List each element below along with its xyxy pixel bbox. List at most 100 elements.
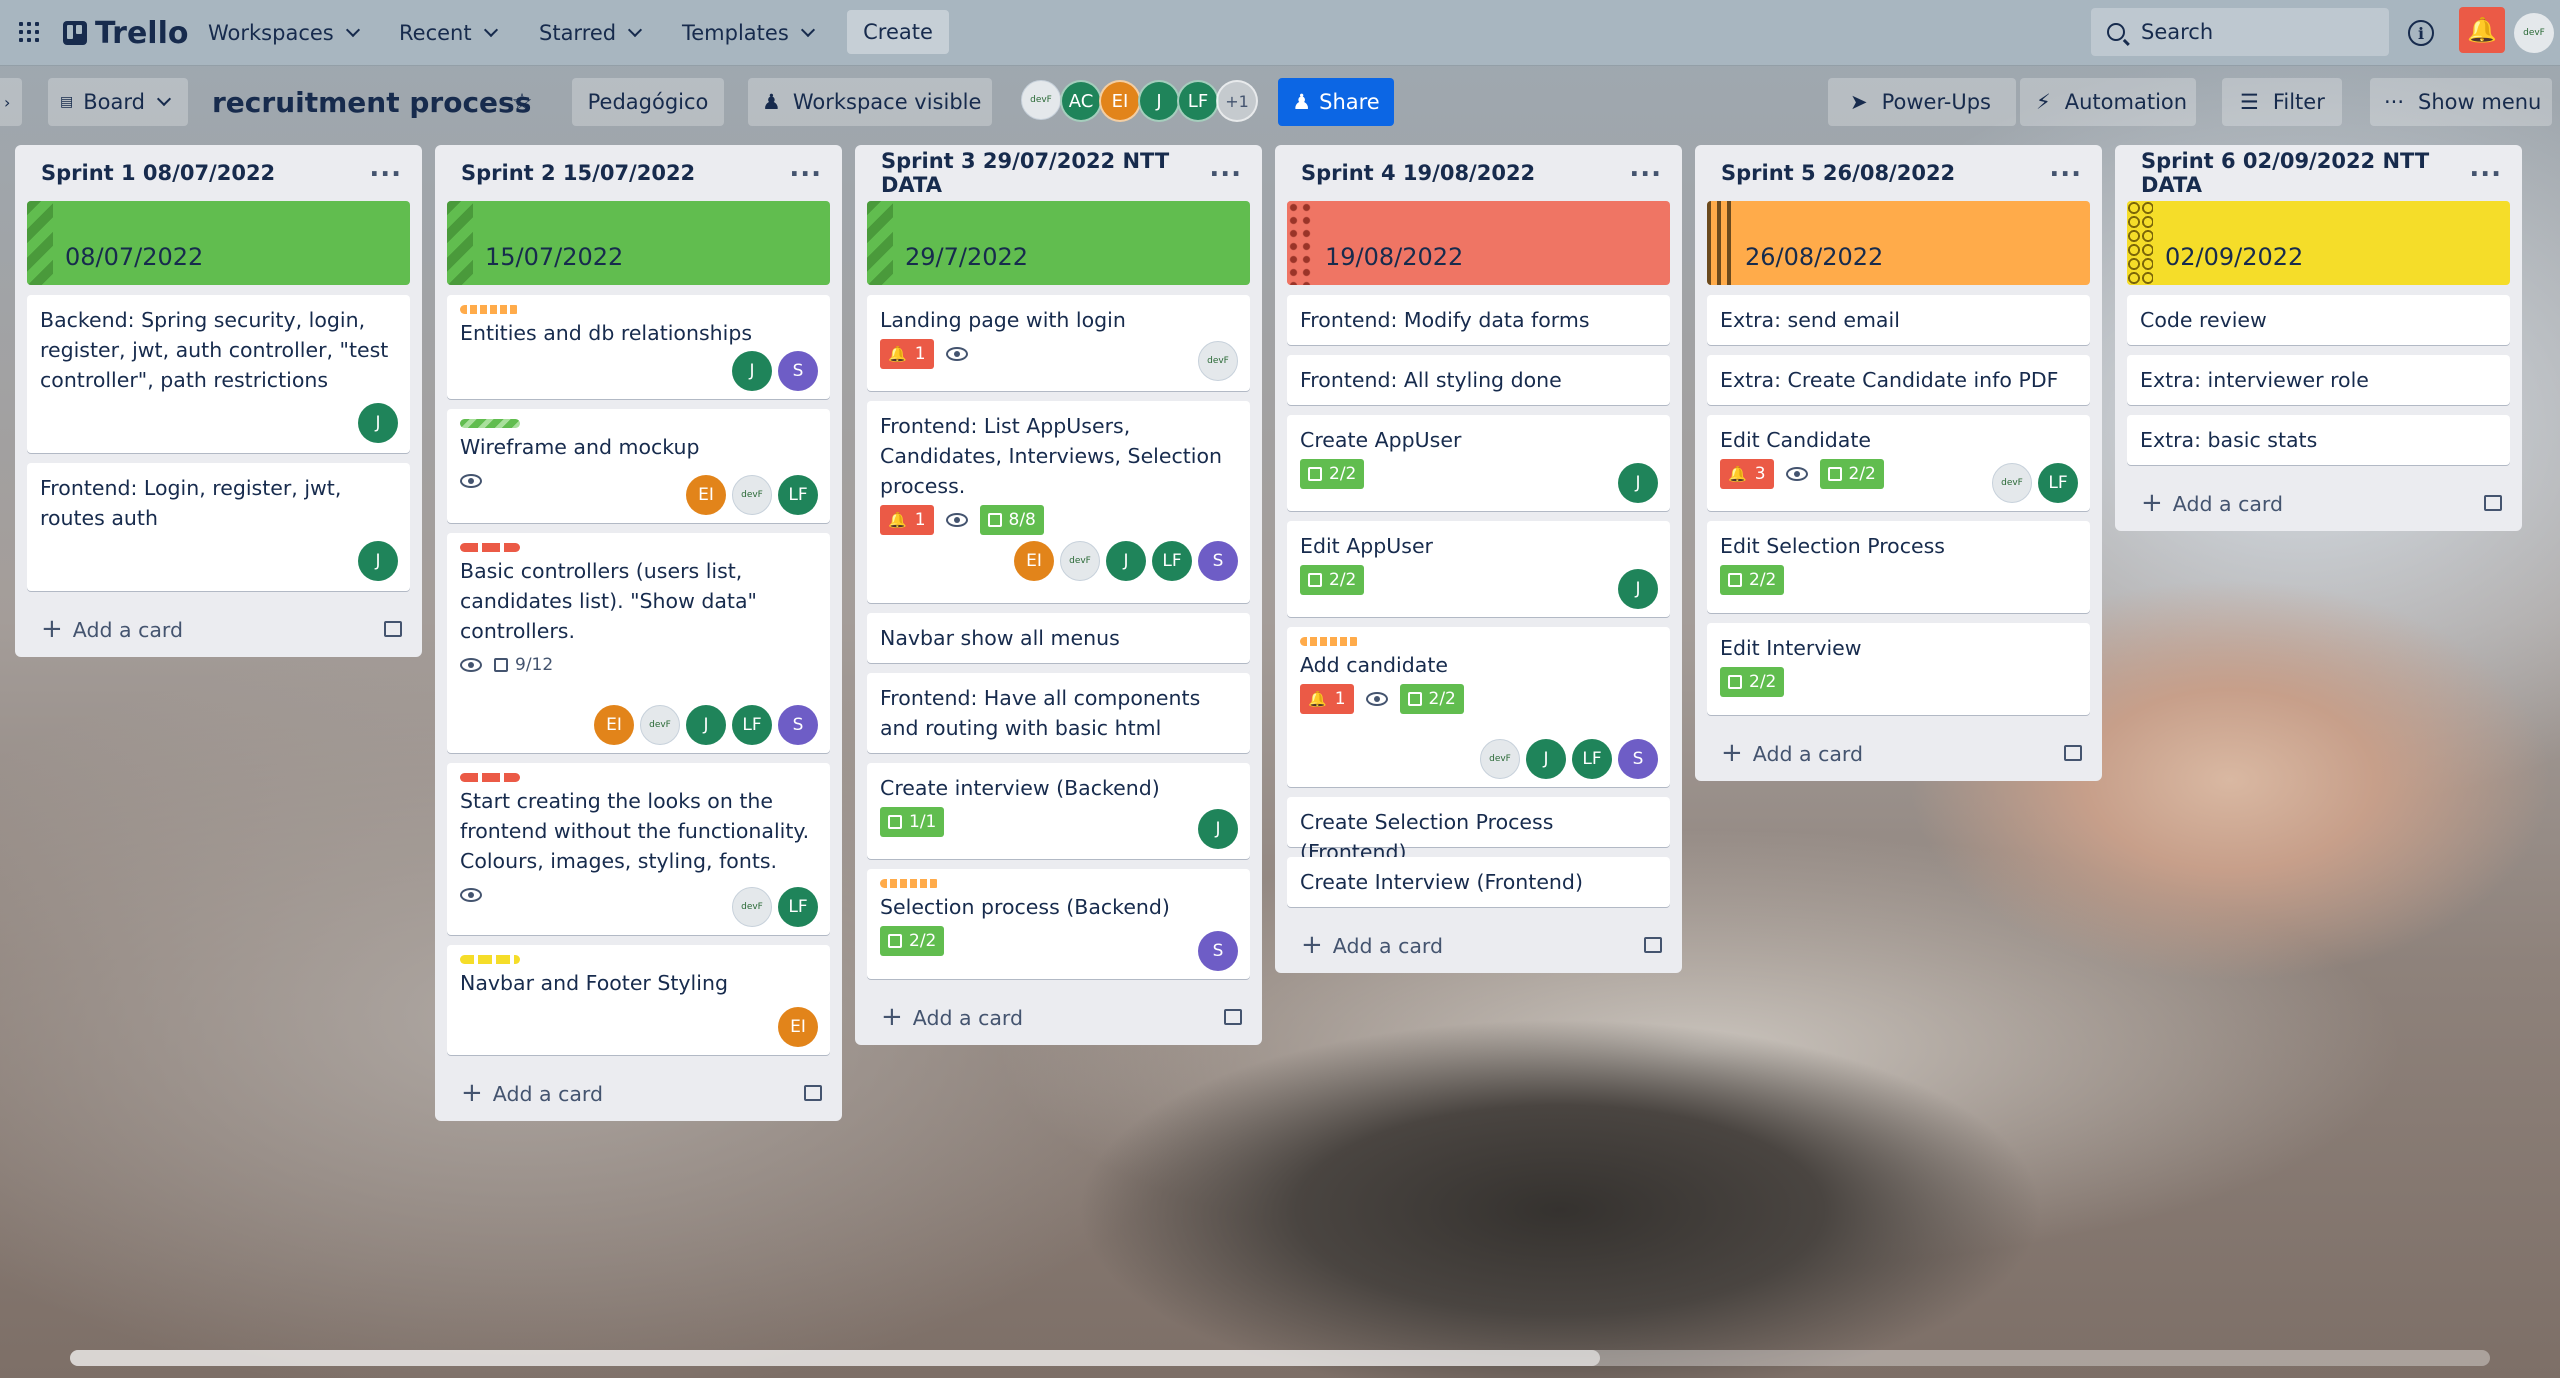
list-menu-icon[interactable]: ... [1209, 155, 1242, 181]
card[interactable]: Frontend: All styling done [1287, 355, 1670, 405]
member-avatar[interactable]: J [1618, 569, 1658, 609]
add-card-button[interactable]: + Add a card [27, 601, 410, 657]
member-avatar[interactable]: devF [732, 475, 772, 515]
card[interactable]: Basic controllers (users list, candidate… [447, 533, 830, 753]
workspace-button[interactable]: Pedagógico [572, 78, 724, 126]
board-member-avatar[interactable]: LF [1177, 80, 1219, 122]
add-card-button[interactable]: + Add a card [2127, 475, 2510, 531]
card[interactable]: Entities and db relationships JS [447, 295, 830, 399]
scrollbar-thumb[interactable] [70, 1350, 1600, 1366]
label-red[interactable] [460, 543, 520, 552]
card[interactable]: Create Interview (Frontend) [1287, 857, 1670, 907]
list-menu-icon[interactable]: ... [1629, 155, 1662, 181]
card[interactable]: Frontend: Modify data forms [1287, 295, 1670, 345]
app-switcher-icon[interactable] [19, 22, 39, 42]
card[interactable]: Edit Selection Process 2/2 [1707, 521, 2090, 613]
label-orange[interactable] [460, 305, 520, 314]
label-yellow[interactable] [460, 955, 520, 964]
list-header[interactable]: Sprint 2 15/07/2022... [447, 145, 830, 201]
member-avatar[interactable]: devF [732, 887, 772, 927]
add-card-button[interactable]: + Add a card [867, 989, 1250, 1045]
template-icon[interactable] [2484, 495, 2502, 511]
board-member-avatar[interactable]: AC [1060, 80, 1102, 122]
member-avatar[interactable]: EI [1014, 541, 1054, 581]
account-avatar[interactable]: devF [2514, 13, 2554, 53]
add-card-button[interactable]: + Add a card [447, 1065, 830, 1121]
sidebar-toggle-chevron-icon[interactable]: › [0, 78, 22, 126]
starred-menu[interactable]: Starred [539, 13, 643, 53]
member-avatar[interactable]: devF [1992, 463, 2032, 503]
member-avatar[interactable]: S [1198, 541, 1238, 581]
recent-menu[interactable]: Recent [399, 13, 498, 53]
trello-logo[interactable]: Trello [63, 16, 189, 51]
card[interactable]: Extra: send email [1707, 295, 2090, 345]
card[interactable]: Extra: Create Candidate info PDF [1707, 355, 2090, 405]
list-menu-icon[interactable]: ... [369, 155, 402, 181]
member-avatar[interactable]: EI [594, 705, 634, 745]
cover-card[interactable]: 29/7/2022 [867, 201, 1250, 285]
card[interactable]: Frontend: Have all components and routin… [867, 673, 1250, 753]
list-header[interactable]: Sprint 3 29/07/2022 NTT DATA... [867, 145, 1250, 201]
card[interactable]: Frontend: Login, register, jwt, routes a… [27, 463, 410, 591]
more-members-badge[interactable]: +1 [1216, 80, 1258, 122]
member-avatar[interactable]: LF [2038, 463, 2078, 503]
list-header[interactable]: Sprint 1 08/07/2022... [27, 145, 410, 201]
card[interactable]: Navbar show all menus [867, 613, 1250, 663]
member-avatar[interactable]: LF [778, 887, 818, 927]
card[interactable]: Extra: interviewer role [2127, 355, 2510, 405]
card[interactable]: Start creating the looks on the frontend… [447, 763, 830, 935]
card[interactable]: Frontend: List AppUsers, Candidates, Int… [867, 401, 1250, 603]
template-icon[interactable] [384, 621, 402, 637]
list-menu-icon[interactable]: ... [2469, 155, 2502, 181]
board-view-switcher[interactable]: ▤ Board [48, 78, 188, 126]
member-avatar[interactable]: J [686, 705, 726, 745]
template-icon[interactable] [1644, 937, 1662, 953]
share-button[interactable]: ♟ Share [1278, 78, 1394, 126]
board-member-avatar[interactable]: J [1138, 80, 1180, 122]
card[interactable]: Landing page with login 🔔 1 devF [867, 295, 1250, 391]
member-avatar[interactable]: S [1618, 739, 1658, 779]
info-icon[interactable]: i [2408, 20, 2434, 46]
template-icon[interactable] [804, 1085, 822, 1101]
member-avatar[interactable]: EI [686, 475, 726, 515]
card[interactable]: Add candidate 🔔 1 2/2 devF J LF S [1287, 627, 1670, 787]
list-header[interactable]: Sprint 6 02/09/2022 NTT DATA... [2127, 145, 2510, 201]
search-input[interactable]: Search [2091, 8, 2389, 56]
card[interactable]: Create Selection Process (Frontend) [1287, 797, 1670, 864]
cover-card[interactable]: 08/07/2022 [27, 201, 410, 285]
board-member-avatar[interactable]: EI [1099, 80, 1141, 122]
board-member-avatar[interactable]: devF [1021, 80, 1061, 120]
label-red[interactable] [460, 773, 520, 782]
card[interactable]: Navbar and Footer Styling EI [447, 945, 830, 1055]
template-icon[interactable] [1224, 1009, 1242, 1025]
label-orange[interactable] [880, 879, 940, 888]
member-avatar[interactable]: devF [1060, 541, 1100, 581]
member-avatar[interactable]: LF [732, 705, 772, 745]
member-avatar[interactable]: LF [778, 475, 818, 515]
member-avatar[interactable]: J [358, 403, 398, 443]
member-avatar[interactable]: J [1198, 809, 1238, 849]
show-menu-button[interactable]: ··· Show menu [2370, 78, 2552, 126]
label-green[interactable] [460, 419, 520, 428]
card[interactable]: Extra: basic stats [2127, 415, 2510, 465]
card[interactable]: Selection process (Backend) 2/2 S [867, 869, 1250, 979]
card[interactable]: Edit Interview 2/2 [1707, 623, 2090, 715]
member-avatar[interactable]: S [778, 351, 818, 391]
list-header[interactable]: Sprint 4 19/08/2022... [1287, 145, 1670, 201]
workspaces-menu[interactable]: Workspaces [208, 13, 360, 53]
card[interactable]: Code review [2127, 295, 2510, 345]
member-avatar[interactable]: EI [778, 1007, 818, 1047]
cover-card[interactable]: 02/09/2022 [2127, 201, 2510, 285]
cover-card[interactable]: 19/08/2022 [1287, 201, 1670, 285]
board-title[interactable]: recruitment process [212, 82, 531, 122]
member-avatar[interactable]: J [1526, 739, 1566, 779]
star-icon[interactable]: ☆ [502, 78, 542, 126]
automation-button[interactable]: ⚡ Automation [2020, 78, 2196, 126]
power-ups-button[interactable]: ➤ Power-Ups [1828, 78, 2016, 126]
member-avatar[interactable]: LF [1152, 541, 1192, 581]
member-avatar[interactable]: S [1198, 931, 1238, 971]
templates-menu[interactable]: Templates [682, 13, 815, 53]
create-button[interactable]: Create [847, 10, 949, 54]
member-avatar[interactable]: devF [1198, 341, 1238, 381]
member-avatar[interactable]: J [732, 351, 772, 391]
